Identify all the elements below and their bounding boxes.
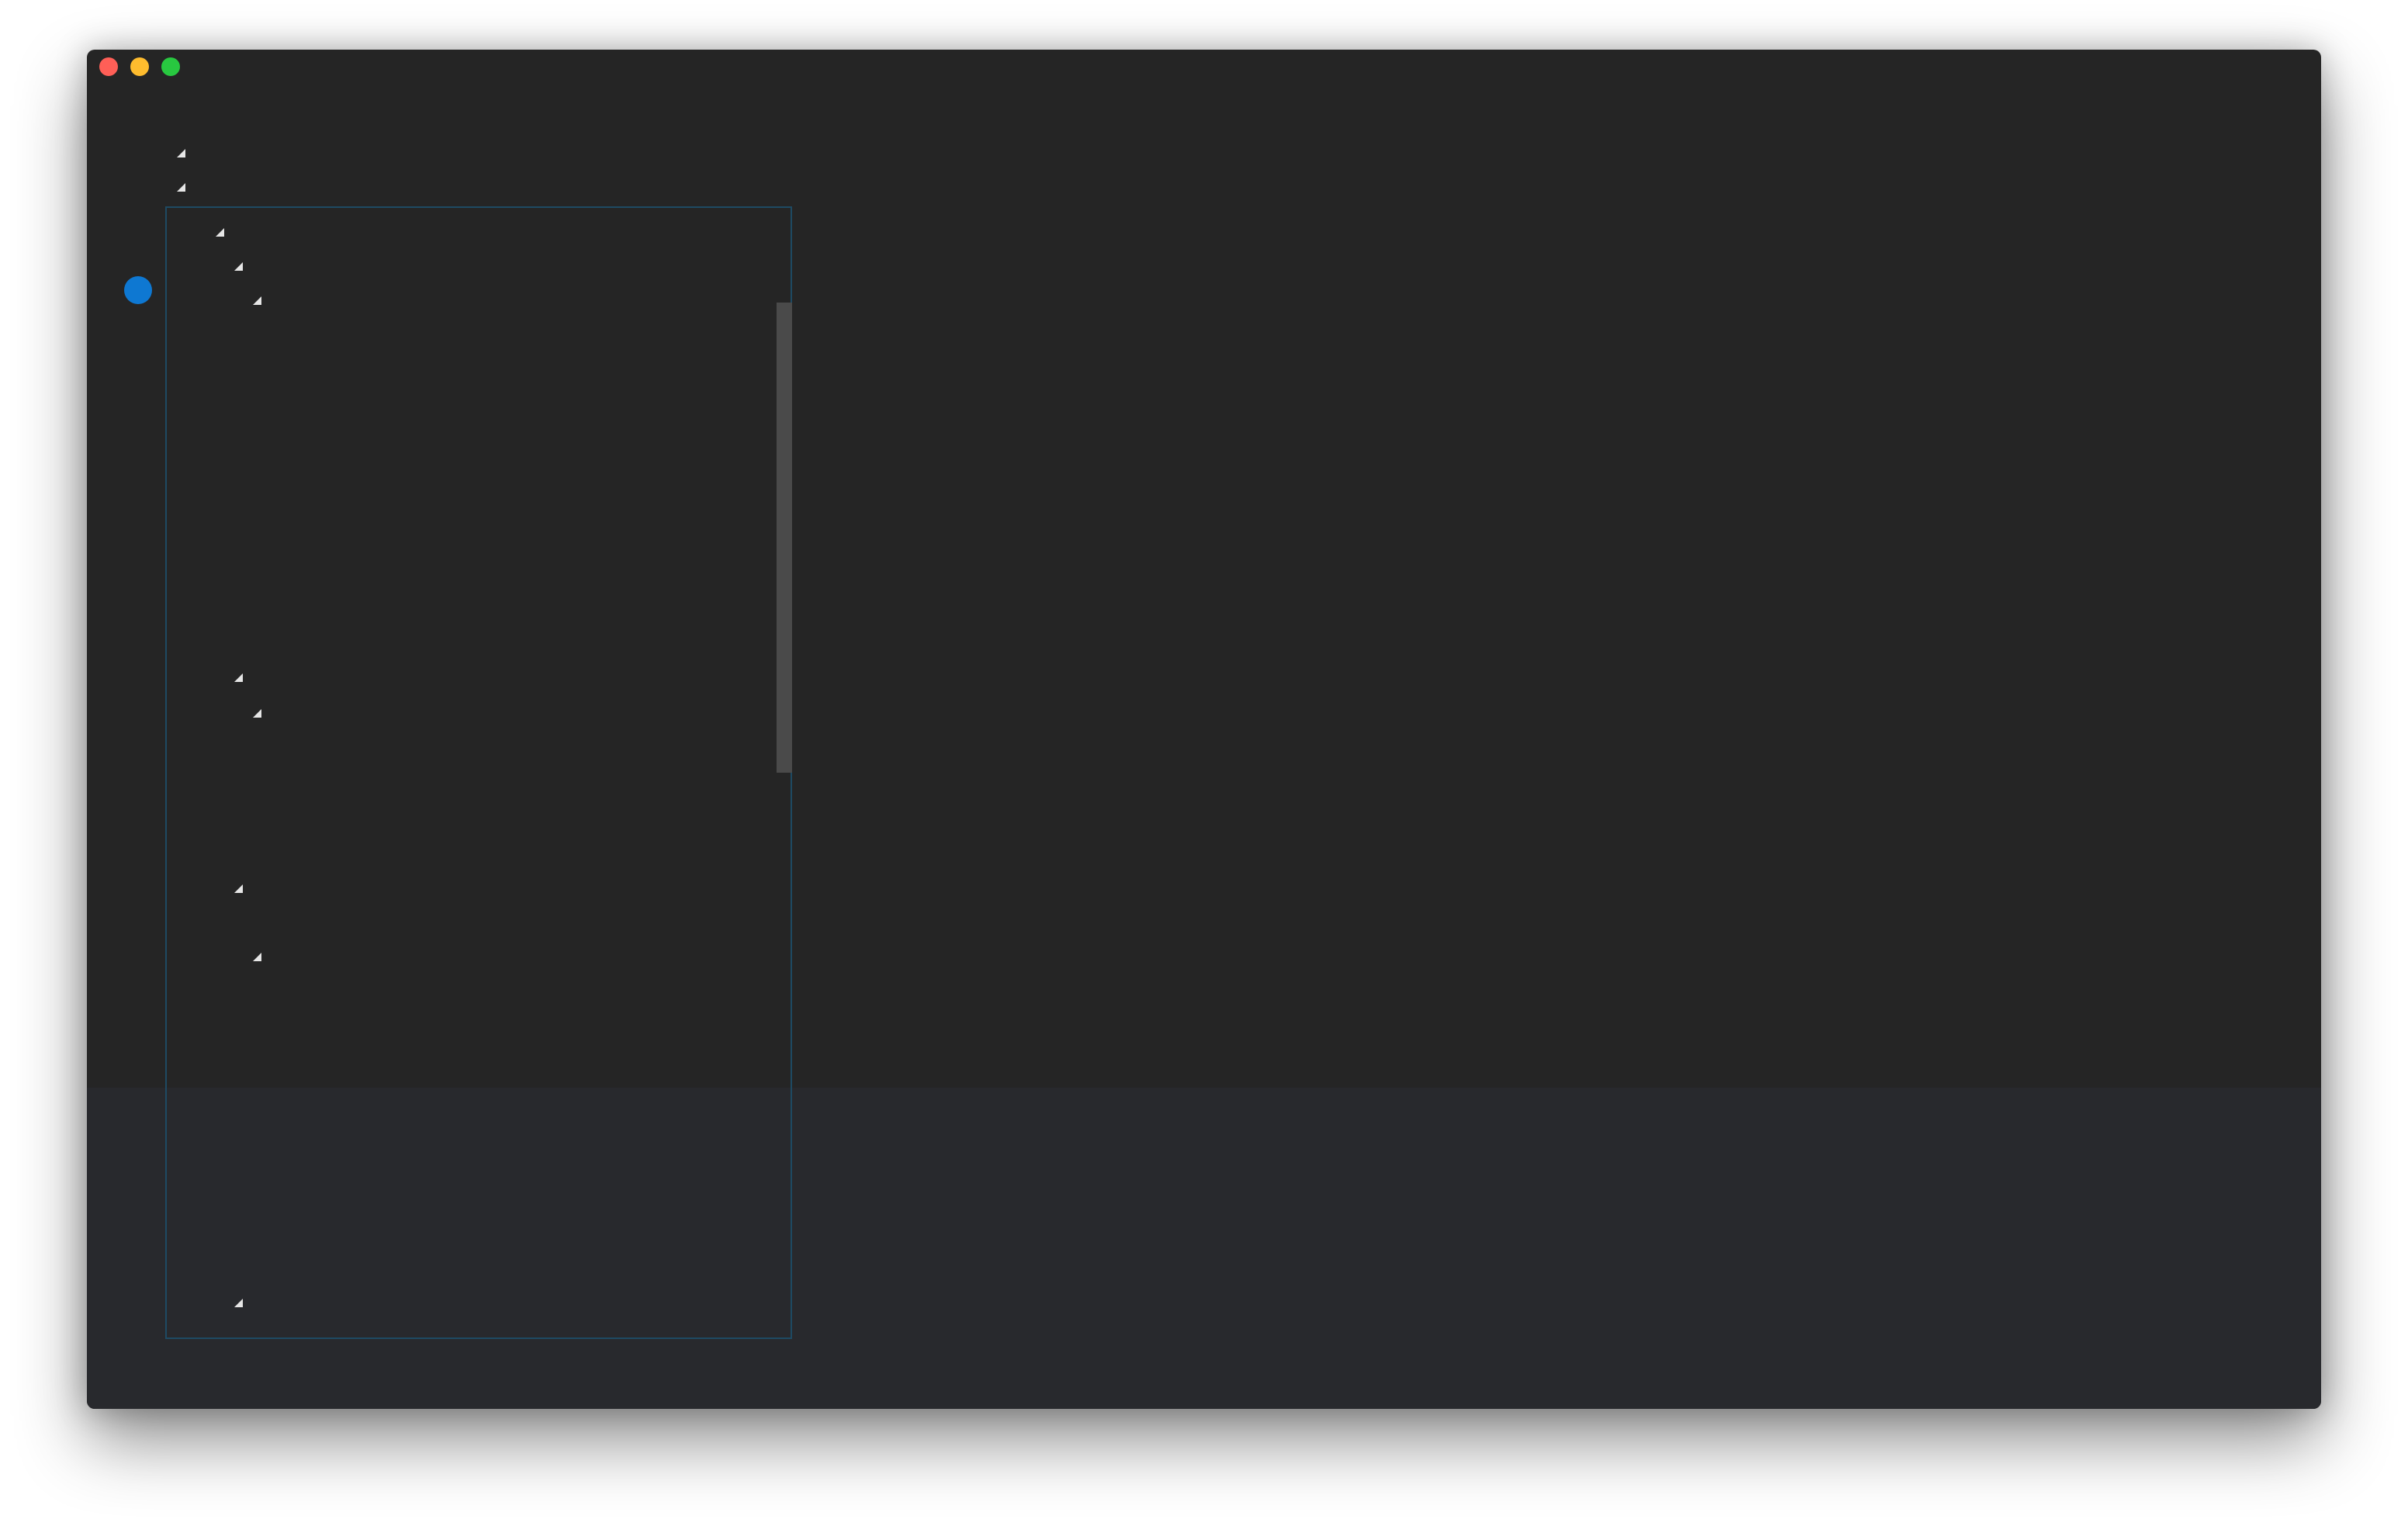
selection-panel — [165, 206, 792, 1339]
vertical-scrollbar[interactable] — [777, 303, 792, 773]
breakpoint-dot-icon[interactable] — [124, 276, 152, 304]
tree-node-expanded-icon[interactable] — [177, 149, 185, 157]
app-window — [87, 50, 2321, 1409]
tree-node-expanded-icon[interactable] — [177, 183, 185, 192]
